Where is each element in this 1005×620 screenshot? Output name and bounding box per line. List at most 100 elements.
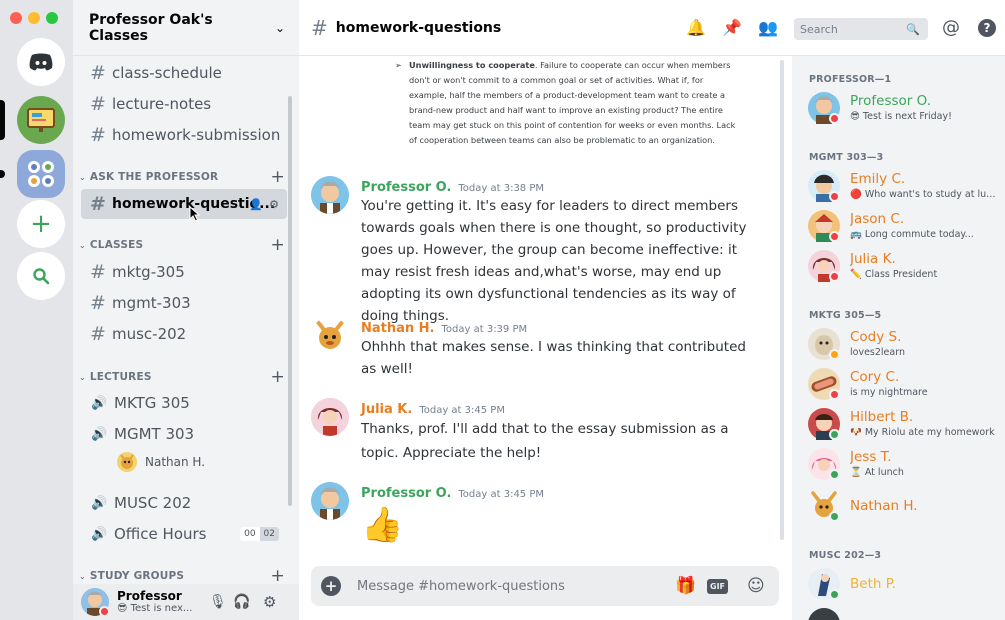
channel-label: MUSC 202: [114, 494, 192, 512]
unread-indicator: [0, 170, 5, 178]
status-dnd-indicator: [829, 113, 840, 124]
chat-scrollbar[interactable]: [780, 60, 784, 540]
window-minimize-button[interactable]: [28, 12, 40, 24]
voice-channel-musc-202[interactable]: 🔊 MUSC 202: [81, 488, 287, 518]
create-channel-icon[interactable]: +: [271, 566, 285, 586]
member-status: 🚌 Long commute today...: [850, 229, 974, 240]
server-study[interactable]: [17, 150, 65, 198]
channel-mktg-305[interactable]: # mktg-305: [81, 257, 287, 287]
window-zoom-button[interactable]: [46, 12, 58, 24]
explore-servers-button[interactable]: [17, 252, 65, 300]
member-jason-c[interactable]: Jason C. 🚌 Long commute today...: [808, 208, 1000, 244]
member-nathan-h[interactable]: Nathan H.: [808, 488, 1000, 524]
message-author[interactable]: Professor O.: [361, 486, 451, 501]
member-name: Jess T.: [850, 449, 892, 465]
user-count-badge: 00: [240, 527, 260, 541]
add-server-button[interactable]: +: [17, 200, 65, 248]
category-study-groups[interactable]: ⌄ STUDY GROUPS +: [79, 566, 289, 586]
member-julia-k[interactable]: Julia K. ✏️ Class President: [808, 248, 1000, 284]
member-avatar: [808, 170, 840, 202]
voice-channel-mktg-305[interactable]: 🔊 MKTG 305: [81, 388, 287, 418]
user-avatar[interactable]: [81, 588, 110, 617]
gif-icon[interactable]: GIF: [707, 578, 729, 594]
member-emily-c[interactable]: Emily C. 🔴 Who want's to study at lun...: [808, 168, 1000, 204]
channel-lecture-notes[interactable]: # lecture-notes: [81, 89, 287, 119]
notification-bell-icon[interactable]: 🔔: [686, 18, 706, 37]
message-timestamp: Today at 3:45 PM: [419, 405, 505, 416]
voice-channel-mgmt-303[interactable]: 🔊 MGMT 303: [81, 419, 287, 449]
selected-server-indicator: [0, 100, 5, 140]
message[interactable]: Professor O. Today at 3:45 PM 👍: [311, 482, 544, 549]
category-ask-the-professor[interactable]: ⌄ ASK THE PROFESSOR +: [79, 167, 289, 187]
channel-mgmt-303[interactable]: # mgmt-303: [81, 288, 287, 318]
channel-homework-submission[interactable]: # homework-submission: [81, 120, 287, 150]
member-cody-s[interactable]: Cody S. loves2learn: [808, 326, 1000, 362]
help-icon[interactable]: ?: [978, 19, 996, 37]
category-lectures[interactable]: ⌄ LECTURES +: [79, 367, 289, 387]
member-name: Emily C.: [850, 171, 906, 187]
member-jess-t[interactable]: Jess T. ⏳ At lunch: [808, 446, 1000, 482]
mentions-icon[interactable]: @: [942, 17, 960, 38]
channel-label: class-schedule: [112, 64, 222, 82]
create-channel-icon[interactable]: +: [271, 167, 285, 187]
channel-label: homework-submission: [112, 126, 281, 144]
excerpt-text: . Failure to cooperate can occur when me…: [409, 60, 736, 145]
discord-home-button[interactable]: [17, 38, 65, 86]
pin-icon[interactable]: 📌: [722, 18, 742, 37]
text-channel-icon: #: [90, 124, 106, 146]
member-avatar: [808, 210, 840, 242]
member-name: Beth P.: [850, 575, 897, 592]
guild-header[interactable]: Professor Oak's Classes ⌄: [73, 0, 299, 56]
message-author[interactable]: Julia K.: [361, 402, 412, 417]
author-avatar[interactable]: [311, 398, 349, 436]
discord-logo-icon: [29, 53, 53, 71]
member-beth-p[interactable]: Beth P.: [808, 566, 1000, 602]
attach-plus-icon[interactable]: +: [321, 576, 341, 596]
gift-icon[interactable]: 🎁: [675, 576, 696, 596]
server-classroom[interactable]: [17, 96, 65, 144]
member-status: ⏳ At lunch: [850, 467, 904, 478]
member-professor-o[interactable]: Professor O. 😎 Test is next Friday!: [808, 90, 1000, 126]
server-group-icon: [28, 161, 54, 187]
member-list-icon[interactable]: 👥: [758, 18, 778, 37]
gear-icon[interactable]: ⚙: [269, 198, 279, 211]
message-timestamp: Today at 3:39 PM: [441, 324, 528, 335]
emoji-picker-icon[interactable]: ☺: [747, 576, 765, 596]
search-box[interactable]: 🔍: [794, 18, 928, 40]
server-rail: +: [0, 0, 73, 620]
message-input[interactable]: [357, 578, 647, 594]
member-name: Cory C.: [850, 369, 900, 385]
member-name: Julia K.: [850, 251, 896, 267]
text-channel-icon: #: [90, 292, 106, 314]
chevron-down-icon: ⌄: [79, 571, 86, 581]
voice-participant[interactable]: Nathan H.: [117, 452, 205, 472]
message[interactable]: Nathan H. Today at 3:39 PM Ohhhh that mak…: [311, 317, 761, 380]
channel-label: mgmt-303: [112, 294, 191, 312]
member-cory-c[interactable]: Cory C. is my nightmare: [808, 366, 1000, 402]
search-input[interactable]: [800, 22, 900, 36]
message-author[interactable]: Professor O.: [361, 180, 451, 195]
channel-musc-202[interactable]: # musc-202: [81, 319, 287, 349]
author-avatar[interactable]: [311, 176, 349, 214]
message[interactable]: Julia K. Today at 3:45 PM Thanks, prof. I…: [311, 398, 761, 465]
avatar: [117, 452, 137, 472]
headphones-icon[interactable]: 🎧: [233, 594, 250, 610]
invite-icon[interactable]: 👤: [249, 198, 263, 211]
channel-homework-questions[interactable]: # homework-questio... 👤 ⚙: [81, 189, 287, 219]
message[interactable]: Professor O. Today at 3:38 PM You're gett…: [311, 176, 761, 327]
category-classes[interactable]: ⌄ CLASSES +: [79, 235, 289, 255]
sidebar-scrollbar[interactable]: [288, 96, 292, 506]
user-settings-icon[interactable]: ⚙: [263, 593, 276, 611]
message-author[interactable]: Nathan H.: [361, 321, 435, 336]
create-channel-icon[interactable]: +: [271, 367, 285, 387]
author-avatar[interactable]: [311, 482, 349, 520]
window-close-button[interactable]: [10, 12, 22, 24]
mouse-cursor-icon: [189, 206, 201, 222]
author-avatar[interactable]: [311, 317, 349, 355]
member-status: 🔴 Who want's to study at lun...: [850, 189, 1000, 200]
microphone-icon[interactable]: 🎙: [209, 594, 227, 610]
voice-channel-office-hours[interactable]: 🔊 Office Hours 00 02: [81, 519, 287, 549]
member-hilbert-b[interactable]: Hilbert B. 🐶 My Riolu ate my homework: [808, 406, 1000, 442]
create-channel-icon[interactable]: +: [271, 235, 285, 255]
channel-class-schedule[interactable]: # class-schedule: [81, 58, 287, 88]
